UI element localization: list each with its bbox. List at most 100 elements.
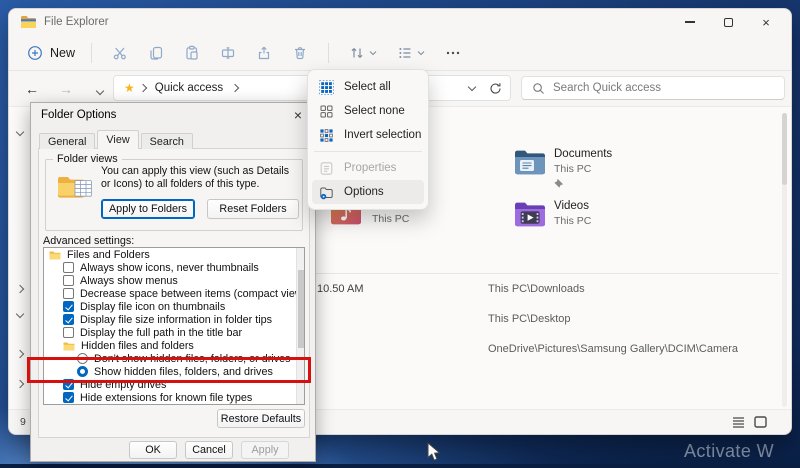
share-icon	[256, 45, 272, 61]
tab-view[interactable]: View	[97, 130, 139, 149]
checkbox[interactable]	[63, 288, 74, 299]
maximize-icon	[723, 17, 733, 27]
folder-views-description: You can apply this view (such as Details…	[101, 165, 290, 190]
setting-label: Display the full path in the title bar	[80, 326, 243, 339]
menu-separator	[314, 151, 422, 152]
reset-folders-button[interactable]: Reset Folders	[207, 199, 299, 219]
paste-button[interactable]	[174, 39, 210, 67]
folder-views-icon	[57, 175, 93, 203]
minimize-icon	[685, 21, 695, 23]
tile-title: Videos	[554, 200, 589, 212]
plus-circle-icon	[27, 45, 43, 61]
restore-defaults-button[interactable]: Restore Defaults	[217, 409, 305, 428]
setting-row[interactable]: Display file size information in folder …	[44, 313, 304, 326]
setting-row[interactable]: Always show menus	[44, 274, 304, 287]
tree-expander-icon[interactable]	[15, 284, 25, 294]
checkbox[interactable]	[63, 275, 74, 286]
menu-item-invert-selection[interactable]: Invert selection	[312, 123, 424, 147]
tile-location: This PC	[554, 163, 592, 175]
settings-group-row[interactable]: Hidden files and folders	[44, 339, 304, 352]
checkbox[interactable]	[63, 327, 74, 338]
window-title: File Explorer	[44, 16, 109, 28]
apply-to-folders-button[interactable]: Apply to Folders	[101, 199, 195, 219]
forward-icon: →	[59, 81, 73, 97]
checkbox[interactable]	[63, 262, 74, 273]
details-view-toggle-icon[interactable]	[732, 416, 745, 428]
address-dropdown-icon[interactable]	[467, 82, 477, 91]
maximize-button[interactable]	[709, 9, 747, 35]
tree-expander-icon[interactable]	[15, 379, 25, 389]
ok-button[interactable]: OK	[129, 441, 177, 459]
quick-access-star-icon: ★	[124, 81, 135, 95]
window-controls: ×	[671, 9, 785, 35]
see-more-button[interactable]	[435, 39, 471, 67]
scrollbar-thumb[interactable]	[298, 270, 304, 348]
tab-label: Search	[149, 135, 184, 148]
tile-location: This PC	[372, 213, 410, 225]
forward-button[interactable]: →	[55, 81, 77, 97]
folder-icon	[63, 341, 75, 351]
cut-button[interactable]	[102, 39, 138, 67]
tree-expander-icon[interactable]	[15, 309, 25, 319]
refresh-icon[interactable]	[489, 82, 502, 95]
titlebar[interactable]: File Explorer ×	[9, 9, 791, 35]
checkbox[interactable]	[63, 314, 74, 325]
share-button[interactable]	[246, 39, 282, 67]
menu-item-label: Select none	[344, 105, 405, 117]
tile-title: Documents	[554, 148, 613, 160]
section-divider	[309, 273, 779, 274]
breadcrumb-chevron-icon	[230, 83, 240, 93]
recent-location: OneDrive\Pictures\Samsung Gallery\DCIM\C…	[488, 343, 739, 355]
cancel-button[interactable]: Cancel	[185, 441, 233, 459]
view-icon	[397, 45, 413, 61]
setting-label: Files and Folders	[67, 248, 150, 261]
setting-label: Always show icons, never thumbnails	[80, 261, 259, 274]
close-button[interactable]: ×	[747, 9, 785, 35]
tab-general[interactable]: General	[39, 133, 96, 149]
minimize-button[interactable]	[671, 9, 709, 35]
delete-button[interactable]	[282, 39, 318, 67]
sort-button[interactable]	[339, 39, 387, 67]
back-icon: ←	[25, 81, 39, 97]
setting-label: Decrease space between items (compact vi…	[80, 287, 305, 300]
setting-label: Display file size information in folder …	[80, 313, 273, 326]
setting-row[interactable]: Decrease space between items (compact vi…	[44, 287, 304, 300]
recent-locations-button[interactable]	[89, 81, 111, 97]
search-box[interactable]	[521, 76, 785, 100]
setting-row[interactable]: Display file icon on thumbnails	[44, 300, 304, 313]
menu-item-properties: Properties	[312, 156, 424, 180]
highlight-annotation-box	[27, 357, 311, 383]
pin-icon	[554, 178, 564, 188]
setting-row[interactable]: Display the full path in the title bar	[44, 326, 304, 339]
settings-group-row[interactable]: Files and Folders	[44, 248, 304, 261]
close-icon: ×	[762, 14, 770, 30]
view-button[interactable]	[387, 39, 435, 67]
setting-label: Always show menus	[80, 274, 178, 287]
large-thumbnails-toggle-icon[interactable]	[754, 416, 767, 428]
rename-button[interactable]	[210, 39, 246, 67]
tree-expander-icon[interactable]	[15, 127, 25, 137]
menu-item-select-all[interactable]: Select all	[312, 75, 424, 99]
setting-label: Display file icon on thumbnails	[80, 300, 226, 313]
command-bar: New	[9, 35, 791, 71]
new-button[interactable]: New	[21, 39, 81, 67]
menu-item-options[interactable]: Options	[312, 180, 424, 204]
copy-icon	[148, 45, 164, 61]
content-scrollbar[interactable]	[782, 113, 787, 407]
documents-folder-icon	[514, 149, 548, 177]
scrollbar-thumb[interactable]	[782, 113, 787, 185]
tree-expander-icon[interactable]	[15, 349, 25, 359]
select-none-icon	[319, 104, 334, 119]
checkbox[interactable]	[63, 392, 74, 403]
setting-row[interactable]: Hide extensions for known file types	[44, 391, 304, 404]
search-input[interactable]	[553, 82, 763, 94]
menu-item-select-none[interactable]: Select none	[312, 99, 424, 123]
tab-search[interactable]: Search	[140, 133, 193, 149]
setting-row[interactable]: Always show icons, never thumbnails	[44, 261, 304, 274]
breadcrumb-quick-access[interactable]: Quick access	[155, 82, 223, 94]
menu-item-label: Options	[344, 186, 384, 198]
copy-button[interactable]	[138, 39, 174, 67]
checkbox[interactable]	[63, 301, 74, 312]
back-button[interactable]: ←	[21, 81, 43, 97]
dialog-close-button[interactable]: ×	[287, 105, 309, 125]
